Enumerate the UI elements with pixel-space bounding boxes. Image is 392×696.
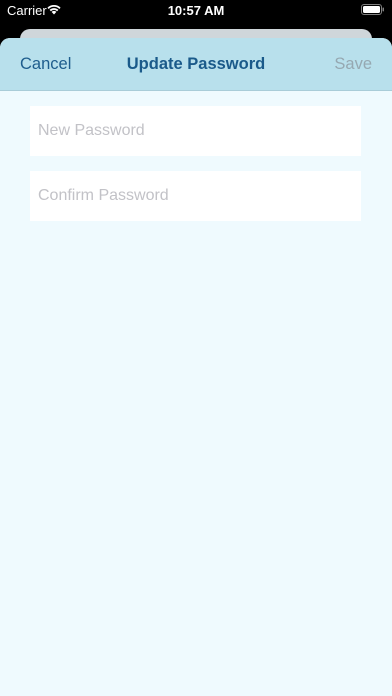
update-password-sheet: Cancel Update Password Save	[0, 38, 392, 696]
save-button[interactable]: Save	[334, 55, 372, 74]
status-bar: Carrier 10:57 AM	[0, 0, 392, 22]
status-time: 10:57 AM	[167, 3, 225, 18]
confirm-password-field[interactable]	[30, 171, 361, 221]
battery-icon	[361, 4, 384, 15]
page-title: Update Password	[126, 55, 266, 73]
new-password-field[interactable]	[30, 106, 361, 156]
navigation-bar: Cancel Update Password Save	[0, 38, 392, 91]
